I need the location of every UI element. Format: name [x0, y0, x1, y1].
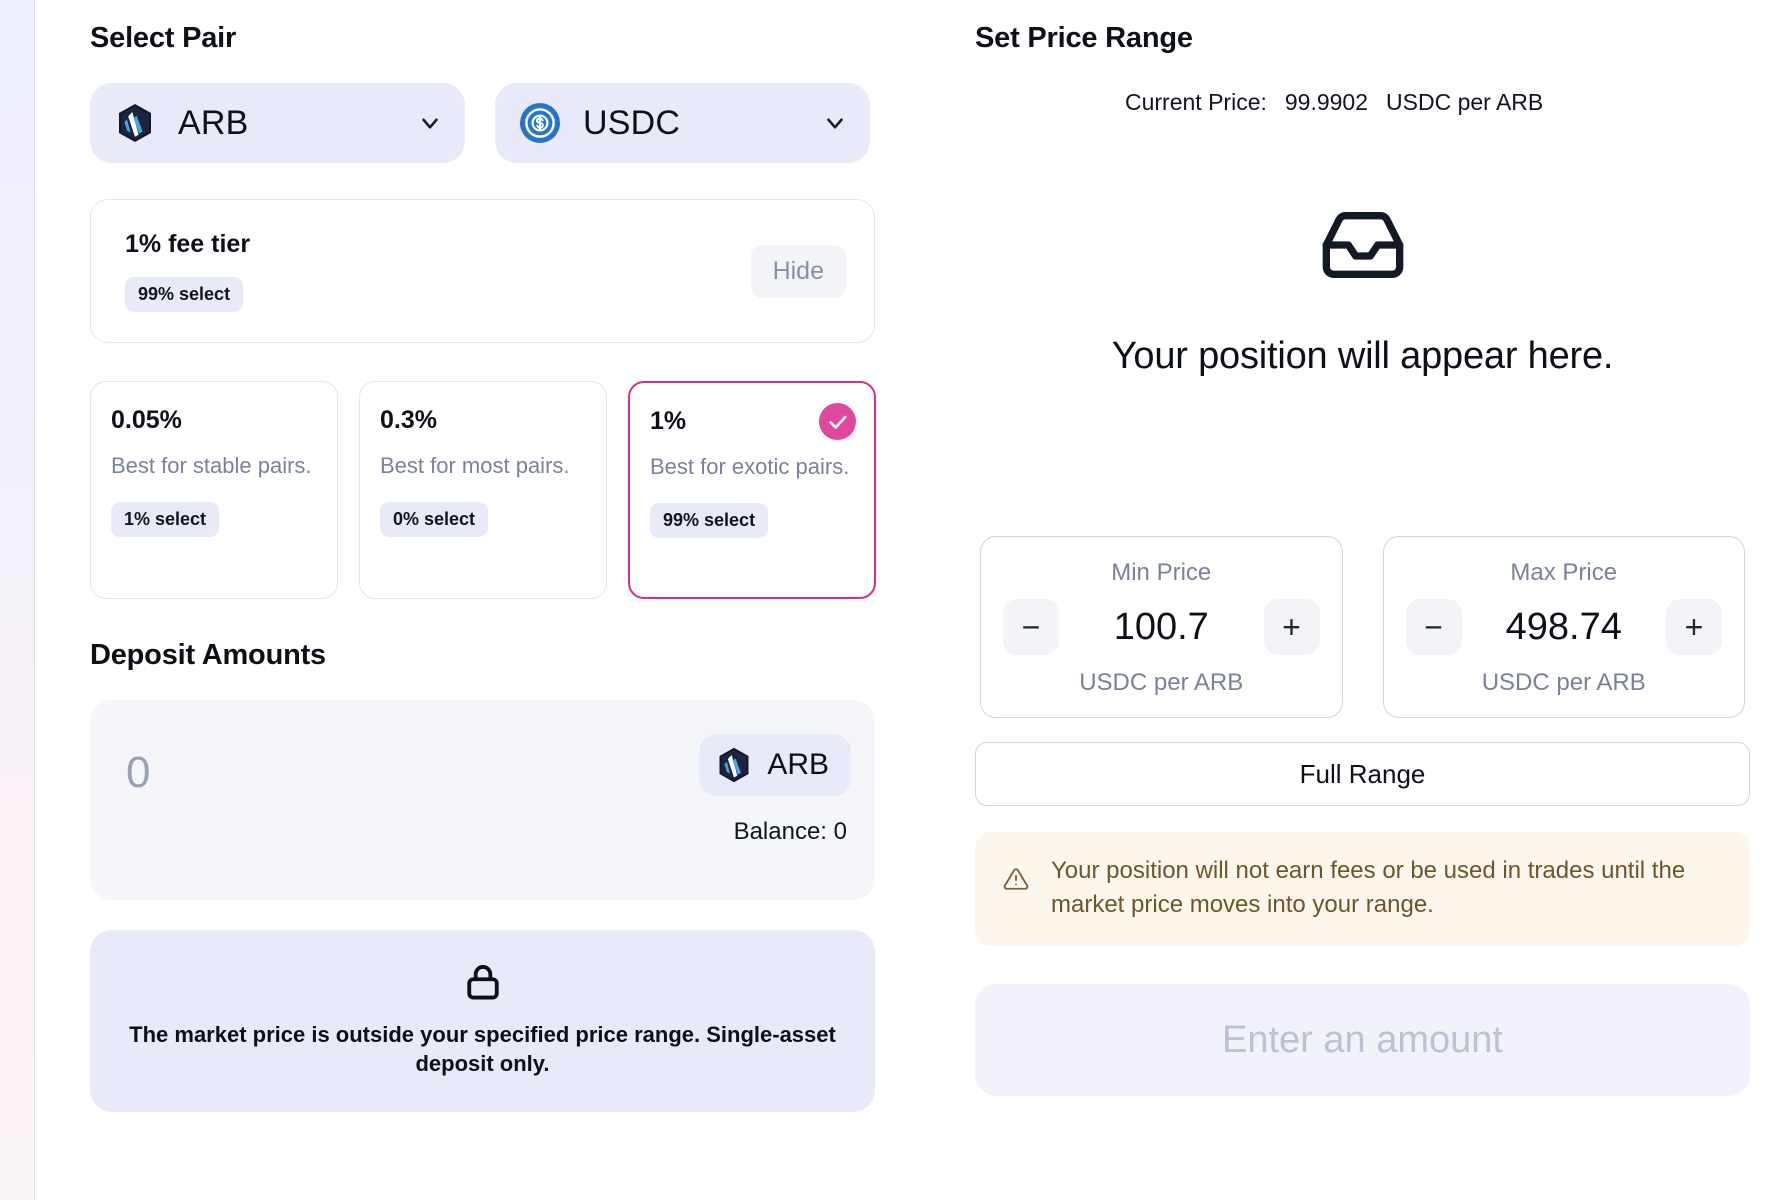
price-range-inputs: Min Price − 100.7 + USDC per ARB Max Pri…: [975, 536, 1750, 718]
fee-tier-option-005[interactable]: 0.05% Best for stable pairs. 1% select: [90, 381, 338, 599]
fee-tier-option-03[interactable]: 0.3% Best for most pairs. 0% select: [359, 381, 607, 599]
fee-tier-description: Best for most pairs.: [380, 453, 586, 480]
app-root: Select Pair ARB: [0, 0, 1780, 1200]
current-price-row: Current Price: 99.9902 USDC per ARB: [1125, 89, 1750, 116]
min-price-card: Min Price − 100.7 + USDC per ARB: [980, 536, 1343, 718]
chevron-down-icon: [417, 110, 443, 136]
current-price-unit: USDC per ARB: [1386, 89, 1543, 116]
set-price-range-title: Set Price Range: [975, 22, 1750, 55]
position-empty-state: Your position will appear here.: [975, 146, 1750, 378]
token-select-base[interactable]: ARB: [90, 83, 465, 163]
fee-tier-description: Best for stable pairs.: [111, 453, 317, 480]
current-price-label: Current Price:: [1125, 89, 1267, 116]
arbitrum-icon: [715, 746, 753, 784]
out-of-range-warning-text: Your position will not earn fees or be u…: [1051, 854, 1722, 922]
fee-tier-description: Best for exotic pairs.: [650, 454, 854, 481]
usdc-icon: [519, 102, 561, 144]
max-price-label: Max Price: [1402, 559, 1727, 587]
select-pair-title: Select Pair: [90, 22, 955, 55]
deposit-amount-box: ARB Balance: 0: [90, 700, 875, 900]
fee-tier-percent: 0.05%: [111, 406, 317, 435]
fee-tier-select-badge: 99% select: [125, 277, 243, 312]
fee-tier-option-1[interactable]: 1% Best for exotic pairs. 99% select: [628, 381, 876, 599]
min-price-stepper: − 100.7 +: [999, 599, 1324, 655]
max-price-unit: USDC per ARB: [1402, 669, 1727, 697]
max-price-increment-button[interactable]: +: [1666, 599, 1722, 655]
deposit-balance-label: Balance: 0: [734, 818, 847, 846]
fee-tier-percent: 0.3%: [380, 406, 586, 435]
current-price-value: 99.9902: [1285, 89, 1368, 116]
arbitrum-icon: [114, 102, 156, 144]
max-price-card: Max Price − 498.74 + USDC per ARB: [1383, 536, 1746, 718]
min-price-value[interactable]: 100.7: [1114, 606, 1209, 649]
right-panel: Set Price Range Current Price: 99.9902 U…: [955, 0, 1780, 1200]
fee-tier-summary-card: 1% fee tier 99% select Hide: [90, 199, 875, 343]
fee-tier-summary-text: 1% fee tier 99% select: [125, 230, 751, 312]
out-of-range-warning: Your position will not earn fees or be u…: [975, 832, 1750, 946]
warning-triangle-icon: [1003, 866, 1029, 892]
fee-tier-select-share: 99% select: [650, 503, 768, 538]
position-empty-text: Your position will appear here.: [975, 335, 1750, 378]
single-asset-notice: The market price is outside your specifi…: [90, 930, 875, 1112]
deposit-amount-input[interactable]: [126, 748, 666, 798]
max-price-stepper: − 498.74 +: [1402, 599, 1727, 655]
fee-tier-select-share: 1% select: [111, 502, 219, 537]
max-price-decrement-button[interactable]: −: [1406, 599, 1462, 655]
deposit-token-button[interactable]: ARB: [699, 734, 851, 796]
fee-tier-options: 0.05% Best for stable pairs. 1% select 0…: [90, 381, 955, 599]
max-price-value[interactable]: 498.74: [1506, 606, 1622, 649]
inbox-icon: [1311, 201, 1415, 289]
left-panel: Select Pair ARB: [35, 0, 955, 1200]
min-price-label: Min Price: [999, 559, 1324, 587]
hide-fee-tiers-button[interactable]: Hide: [751, 245, 846, 298]
deposit-token-symbol: ARB: [767, 748, 829, 782]
fee-tier-select-share: 0% select: [380, 502, 488, 537]
min-price-unit: USDC per ARB: [999, 669, 1324, 697]
check-circle-icon: [819, 403, 856, 440]
deposit-amounts-title: Deposit Amounts: [90, 639, 955, 672]
chevron-down-icon: [822, 110, 848, 136]
token-symbol-quote: USDC: [583, 104, 822, 143]
left-gradient-rail: [0, 0, 35, 1200]
token-symbol-base: ARB: [178, 104, 417, 143]
full-range-button[interactable]: Full Range: [975, 742, 1750, 806]
page-body: Select Pair ARB: [35, 0, 1780, 1200]
token-select-quote[interactable]: USDC: [495, 83, 870, 163]
enter-amount-button[interactable]: Enter an amount: [975, 984, 1750, 1096]
lock-icon: [461, 960, 505, 1004]
fee-tier-title: 1% fee tier: [125, 230, 751, 259]
min-price-decrement-button[interactable]: −: [1003, 599, 1059, 655]
single-asset-notice-text: The market price is outside your specifi…: [126, 1020, 839, 1078]
min-price-increment-button[interactable]: +: [1264, 599, 1320, 655]
token-selector-row: ARB USDC: [90, 83, 955, 163]
